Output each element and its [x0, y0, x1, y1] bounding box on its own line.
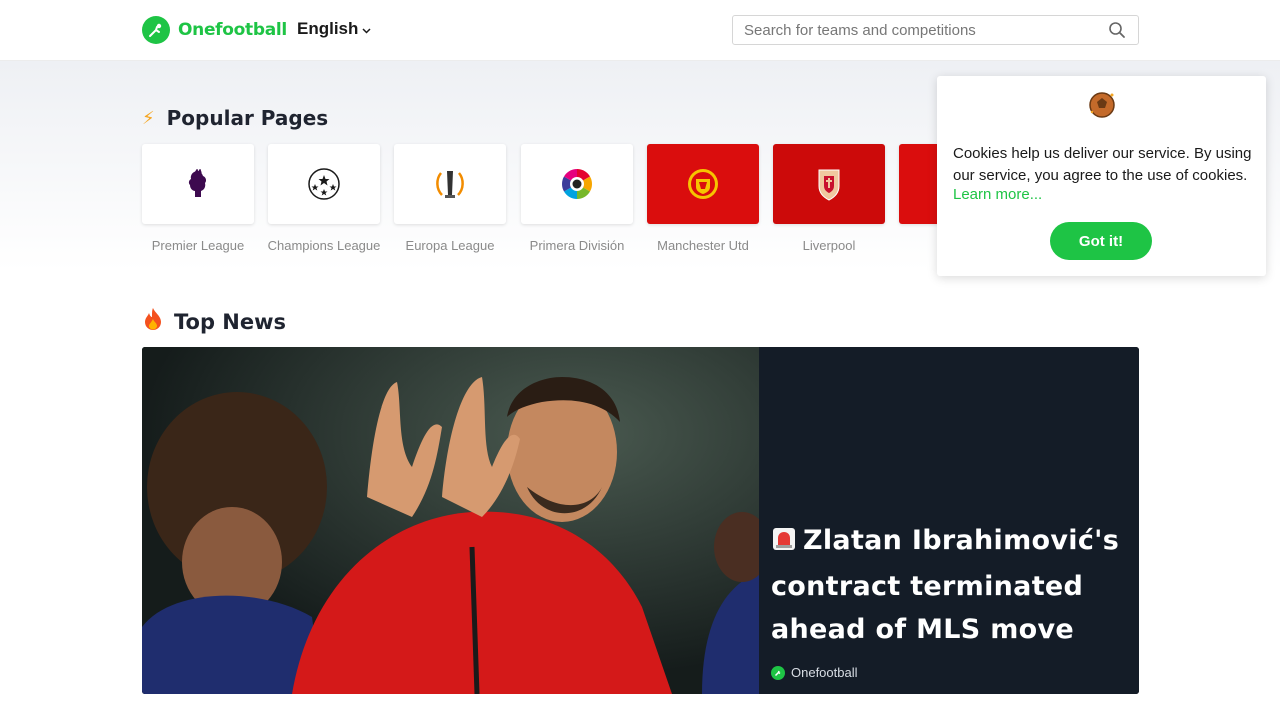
top-news-title: Top News: [174, 309, 287, 334]
tile-manchester-utd[interactable]: [647, 144, 759, 224]
source-logo-icon: [771, 665, 785, 680]
laliga-logo-icon: [561, 169, 593, 199]
brand[interactable]: Onefootball: [142, 16, 287, 44]
tile-liverpool[interactable]: [773, 144, 885, 224]
tile-label-manchester-utd[interactable]: Manchester Utd: [638, 238, 768, 253]
tile-label-primera-division[interactable]: Primera División: [512, 238, 642, 253]
language-label: English: [297, 19, 359, 38]
cookie-accept-button[interactable]: Got it!: [1050, 222, 1152, 260]
cookie-banner: Cookies help us deliver our service. By …: [937, 76, 1266, 276]
popular-pages-title: Popular Pages: [166, 106, 329, 130]
tile-champions-league[interactable]: [268, 144, 380, 224]
tile-primera-division[interactable]: [521, 144, 633, 224]
news-source-label: Onefootball: [791, 665, 858, 680]
manchester-united-crest-icon: [688, 169, 718, 199]
liverpool-crest-icon: [818, 169, 840, 201]
cookie-football-icon: [1087, 90, 1117, 125]
lightning-icon: ⚡: [142, 107, 155, 129]
top-news-heading: Top News: [142, 307, 286, 336]
tile-label-premier-league[interactable]: Premier League: [133, 238, 263, 253]
popular-pages-heading: ⚡ Popular Pages: [142, 106, 328, 130]
brand-name: Onefootball: [178, 20, 287, 40]
search-icon[interactable]: [1108, 21, 1126, 44]
news-headline-text: Zlatan Ibrahimović's contract terminated…: [771, 525, 1120, 645]
premier-league-lion-icon: [188, 169, 207, 197]
news-image: [142, 347, 759, 694]
tile-europa-league[interactable]: [394, 144, 506, 224]
search-box: [732, 15, 1139, 45]
tile-premier-league[interactable]: [142, 144, 254, 224]
tile-label-europa-league[interactable]: Europa League: [385, 238, 515, 253]
fire-icon: [142, 307, 164, 336]
tile-label-champions-league[interactable]: Champions League: [259, 238, 389, 253]
top-header: Onefootball English: [0, 0, 1280, 61]
search-input[interactable]: [733, 16, 1103, 44]
cookie-message: Cookies help us deliver our service. By …: [953, 145, 1252, 184]
europa-league-trophy-icon: [436, 171, 464, 198]
siren-icon: [771, 522, 797, 565]
news-headline[interactable]: Zlatan Ibrahimović's contract terminated…: [771, 519, 1131, 651]
cookie-learn-more-link[interactable]: Learn more...: [953, 186, 1042, 203]
tile-label-liverpool[interactable]: Liverpool: [764, 238, 894, 253]
top-news-card[interactable]: Zlatan Ibrahimović's contract terminated…: [142, 347, 1139, 694]
onefootball-logo-icon: [142, 16, 170, 44]
news-source[interactable]: Onefootball: [771, 665, 858, 680]
chevron-down-icon: [362, 19, 371, 39]
champions-league-starball-icon: [308, 168, 340, 200]
language-selector[interactable]: English: [297, 19, 371, 39]
